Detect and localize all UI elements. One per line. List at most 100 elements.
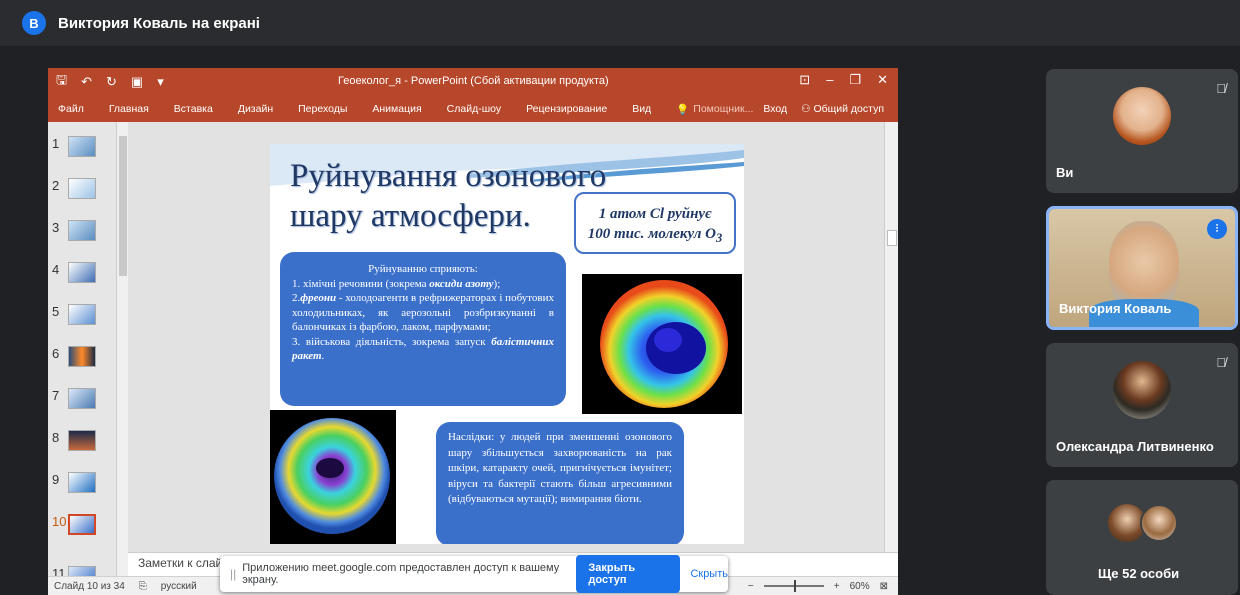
thumbnail-number: 7	[52, 388, 60, 403]
tab-insert[interactable]: Вставка	[174, 103, 213, 115]
thumbnail-scrollbar[interactable]	[116, 122, 128, 595]
zoom-out-icon[interactable]: −	[748, 581, 754, 592]
minimize-icon[interactable]: –	[826, 72, 833, 88]
causes-text: );	[493, 277, 501, 290]
tab-home[interactable]: Главная	[109, 103, 149, 115]
thumbnail-slide-3[interactable]: 3	[52, 220, 96, 241]
participant-tile-you[interactable]: 🎙̸ Ви	[1046, 69, 1238, 193]
fact-line-2-text: 100 тис. молекул O	[587, 226, 717, 242]
thumbnail-slide-10[interactable]: 10	[52, 514, 96, 535]
thumbnail-number: 9	[52, 472, 60, 487]
causes-item-3: 3. військова діяльність, зокрема запуск …	[292, 335, 554, 364]
spellcheck-icon[interactable]: ⎘	[139, 581, 147, 592]
share-button[interactable]: ⚇ Общий доступ	[801, 103, 884, 115]
causes-text: .	[321, 350, 325, 362]
thumbnail-slide-6[interactable]: 6	[52, 346, 96, 367]
causes-text: 2.	[292, 292, 301, 304]
thumbnail-slide-1[interactable]: 1	[52, 136, 96, 157]
participant-tile-presenter[interactable]: ⫶ Виктория Коваль	[1046, 206, 1238, 330]
thumbnail-slide-4[interactable]: 4	[52, 262, 96, 283]
hide-banner-button[interactable]: Скрыть	[690, 568, 728, 580]
scrollbar-thumb[interactable]	[887, 230, 897, 246]
save-icon[interactable]: 🖫	[56, 71, 67, 93]
causes-emphasis: оксиди азоту	[429, 277, 494, 290]
window-title: Геоеколог_я - PowerPoint (Сбой активации…	[338, 75, 609, 87]
slide-scrollbar[interactable]	[884, 122, 898, 552]
thumbnail-image	[68, 388, 96, 409]
thumbnail-image	[68, 262, 96, 283]
thumbnail-number: 10	[52, 514, 67, 529]
tab-design[interactable]: Дизайн	[238, 103, 273, 115]
fact-subscript: 3	[716, 231, 723, 245]
more-participants-label: Ще 52 особи	[1098, 566, 1180, 581]
thumbnail-image	[68, 220, 96, 241]
thumbnail-number: 8	[52, 430, 60, 445]
zoom-in-icon[interactable]: +	[834, 581, 840, 592]
fit-slide-icon[interactable]: ⊠	[880, 581, 888, 592]
causes-item-1: 1. хімічні речовини (зокрема оксиди азот…	[292, 277, 554, 292]
slide-thumbnails: 1 2 3 4 5 6 7 8 9 10 11	[48, 122, 116, 595]
stop-sharing-button[interactable]: Закрыть доступ	[576, 555, 681, 593]
zoom-slider-thumb[interactable]	[793, 580, 796, 592]
thumbnail-slide-8[interactable]: 8	[52, 430, 96, 451]
zoom-slider[interactable]	[763, 580, 824, 592]
thumbnail-image	[68, 346, 96, 367]
fact-box: 1 атом Cl руйнує 100 тис. молекул O3	[574, 192, 736, 254]
ribbon-display-icon[interactable]: ⊡	[799, 72, 810, 88]
title-line-1: Руйнування озонового	[290, 158, 607, 194]
start-slideshow-icon[interactable]: ▣	[131, 74, 143, 90]
redo-icon[interactable]: ↻	[106, 74, 117, 90]
presenter-face	[1109, 221, 1179, 311]
thumbnail-image	[68, 304, 96, 325]
thumbnail-slide-7[interactable]: 7	[52, 388, 96, 409]
restore-icon[interactable]: ❐	[849, 72, 861, 88]
tab-file[interactable]: Файл	[58, 103, 84, 115]
thumbnail-image	[68, 136, 96, 157]
thumbnail-slide-5[interactable]: 5	[52, 304, 96, 325]
zoom-level[interactable]: 60%	[850, 581, 870, 592]
screen-share-banner: || Приложению meet.google.com предоставл…	[220, 555, 728, 593]
current-slide[interactable]: Руйнування озонового шару атмосфери. 1 а…	[270, 144, 744, 544]
customize-toolbar-icon[interactable]: ▾	[157, 74, 164, 90]
avatar	[1140, 504, 1178, 542]
thumbnail-slide-9[interactable]: 9	[52, 472, 96, 493]
share-label: Общий доступ	[813, 103, 884, 115]
tab-animations[interactable]: Анимация	[372, 103, 421, 115]
causes-box: Руйнуванню сприяють: 1. хімічні речовини…	[280, 252, 566, 406]
ribbon-tabs: Файл Главная Вставка Дизайн Переходы Ани…	[48, 96, 898, 122]
tab-slideshow[interactable]: Слайд-шоу	[447, 103, 501, 115]
participant-tile-oleksandra[interactable]: 🎙̸ Олександра Литвиненко	[1046, 343, 1238, 467]
undo-icon[interactable]: ↶	[81, 74, 92, 90]
speaking-indicator-icon: ⫶	[1207, 219, 1227, 239]
thumbnail-image	[68, 472, 96, 493]
slide-editor[interactable]: Руйнування озонового шару атмосфери. 1 а…	[128, 122, 884, 552]
avatar	[1113, 87, 1171, 145]
effects-box: Наслідки: у людей при зменшенні озоновог…	[436, 422, 684, 544]
presenter-bar: В Виктория Коваль на екрані	[0, 0, 1240, 46]
thumbnail-number: 6	[52, 346, 60, 361]
thumbnail-number: 2	[52, 178, 60, 193]
thumbnail-number: 4	[52, 262, 60, 277]
thumbnail-number: 1	[52, 136, 60, 151]
thumbnail-slide-2[interactable]: 2	[52, 178, 96, 199]
close-icon[interactable]: ✕	[877, 72, 888, 88]
thumbnail-number: 3	[52, 220, 60, 235]
thumbnail-image	[68, 514, 96, 535]
mic-off-icon: 🎙̸	[1216, 355, 1226, 370]
ozone-map-graphic	[274, 418, 390, 534]
powerpoint-window: 🖫 ↶ ↻ ▣ ▾ Геоеколог_я - PowerPoint (Сбой…	[48, 68, 898, 595]
ozone-map-image	[270, 410, 396, 544]
drag-handle-icon[interactable]: ||	[230, 567, 236, 581]
tell-me-box[interactable]: 💡 Помощник...	[676, 103, 753, 116]
fact-line-1: 1 атом Cl руйнує	[598, 206, 712, 222]
language-indicator[interactable]: русский	[161, 581, 197, 592]
tab-view[interactable]: Вид	[632, 103, 651, 115]
presenter-avatar: В	[22, 11, 46, 35]
notes-placeholder: Заметки к слай	[138, 556, 223, 570]
participant-tile-more[interactable]: Ще 52 особи	[1046, 480, 1238, 595]
participant-name: Олександра Литвиненко	[1056, 439, 1214, 454]
signin-link[interactable]: Вход	[763, 103, 787, 115]
tab-review[interactable]: Рецензирование	[526, 103, 607, 115]
scrollbar-thumb[interactable]	[119, 136, 127, 276]
tab-transitions[interactable]: Переходы	[298, 103, 347, 115]
